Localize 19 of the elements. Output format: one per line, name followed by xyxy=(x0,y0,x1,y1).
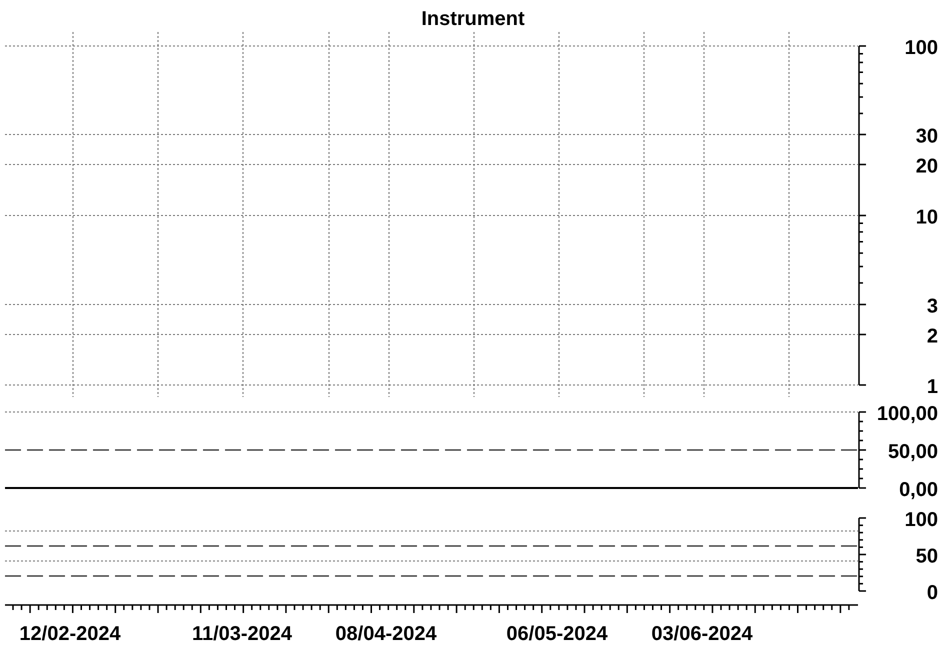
axis-label: 12/02-2024 xyxy=(19,623,121,645)
axis-label: 3 xyxy=(926,296,938,318)
axis-label: 2 xyxy=(926,326,938,348)
axis-label: 0 xyxy=(926,582,938,604)
axis-label: 10 xyxy=(916,206,938,228)
chart-title: Instrument xyxy=(421,8,525,30)
axis-label: 1 xyxy=(926,376,938,398)
axis-label: 06/05-2024 xyxy=(506,623,608,645)
axis-label: 50 xyxy=(916,546,938,568)
axis-label: 100 xyxy=(904,509,938,531)
axis-label: 50,00 xyxy=(888,441,938,463)
axis-label: 30 xyxy=(916,126,938,148)
axis-label: 03/06-2024 xyxy=(651,623,753,645)
axis-label: 100,00 xyxy=(876,403,938,425)
axis-label: 11/03-2024 xyxy=(192,623,292,645)
axis-label: 0,00 xyxy=(899,479,938,501)
axis-label: 20 xyxy=(916,156,938,178)
axis-label: 100 xyxy=(904,37,938,59)
axis-label: 08/04-2024 xyxy=(335,623,437,645)
